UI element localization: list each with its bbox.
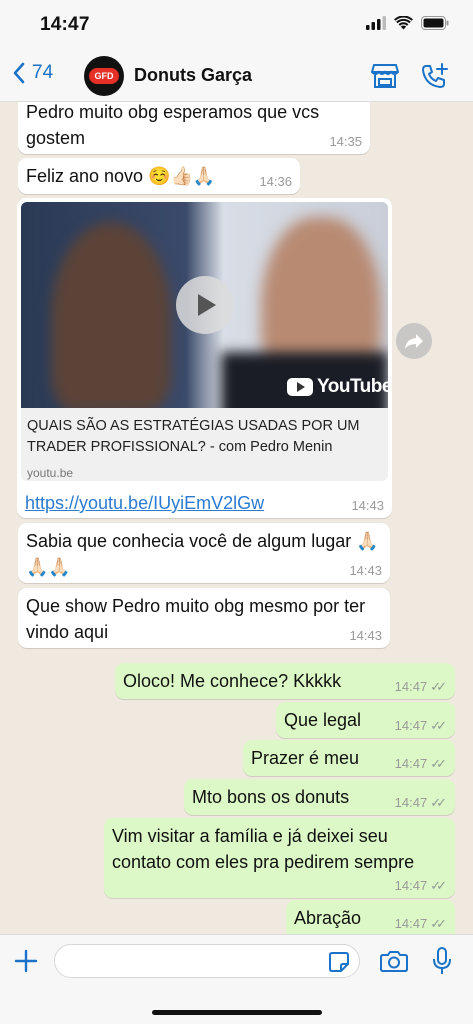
message-time: 14:47 ✓✓ [395,757,447,771]
sticker-icon[interactable] [328,951,350,973]
status-time: 14:47 [40,14,90,35]
status-bar: 14:47 [0,0,473,50]
chat-header: 74 GFD Donuts Garça [0,50,473,102]
message-text: Feliz ano novo ☺️👍🏻🙏🏻 [26,166,216,186]
link-preview-title: QUAIS SÃO AS ESTRATÉGIAS USADAS POR UM T… [27,418,360,455]
message-outgoing[interactable]: Oloco! Me conhece? Kkkkk 14:47 ✓✓ [115,663,455,699]
double-check-icon: ✓✓ [430,679,447,694]
message-time: 14:35 [329,134,362,149]
forward-icon [405,334,423,349]
message-text: Pedro muito obg esperamos que vcs gostem [26,102,320,148]
message-link[interactable]: https://youtu.be/IUyiEmV2lGw [25,490,264,516]
avatar-logo: GFD [89,68,119,84]
message-time: 14:47 ✓✓ [395,879,447,893]
chevron-left-icon [13,62,25,84]
camera-icon[interactable] [380,949,408,973]
battery-icon [421,16,449,30]
link-preview-card[interactable]: YouTube QUAIS SÃO AS ESTRATÉGIAS USADAS … [21,202,388,481]
message-time: 14:43 [349,628,382,643]
chat-area[interactable]: Pedro muito obg esperamos que vcs gostem… [0,102,473,934]
double-check-icon: ✓✓ [430,718,447,733]
message-time: 14:43 [351,498,384,513]
message-outgoing[interactable]: Prazer é meu 14:47 ✓✓ [243,740,455,776]
message-time: 14:36 [259,174,292,189]
double-check-icon: ✓✓ [430,878,447,893]
message-text: Vim visitar a família e já deixei seu co… [112,826,415,872]
back-count: 74 [32,62,54,83]
message-text: Que show Pedro muito obg mesmo por ter v… [26,596,366,642]
message-text: Sabia que conhecia você de algum lugar 🙏… [26,531,379,577]
message-time: 14:47 ✓✓ [395,719,447,733]
wifi-icon [394,16,413,30]
message-outgoing[interactable]: Vim visitar a família e já deixei seu co… [104,818,455,898]
message-time: 14:47 ✓✓ [395,680,447,694]
forward-button[interactable] [396,323,432,359]
play-icon[interactable] [176,276,234,334]
youtube-logo: YouTube [287,374,388,400]
message-link-preview[interactable]: YouTube QUAIS SÃO AS ESTRATÉGIAS USADAS … [17,198,392,518]
message-input[interactable] [54,944,360,978]
contact-name[interactable]: Donuts Garça [134,65,252,86]
plus-icon[interactable] [14,949,38,973]
message-incoming[interactable]: Pedro muito obg esperamos que vcs gostem… [18,102,370,154]
add-call-icon[interactable] [420,62,450,90]
store-icon[interactable] [370,62,400,90]
video-thumbnail[interactable]: YouTube [21,202,388,408]
signal-icon [366,16,386,30]
message-time: 14:43 [349,563,382,578]
double-check-icon: ✓✓ [430,756,447,771]
message-incoming[interactable]: Que show Pedro muito obg mesmo por ter v… [18,588,390,648]
message-incoming[interactable]: Sabia que conhecia você de algum lugar 🙏… [18,523,390,583]
message-text: Oloco! Me conhece? Kkkkk [123,671,342,691]
message-text: Mto bons os donuts [192,787,350,807]
home-indicator[interactable] [152,1010,322,1015]
message-outgoing[interactable]: Mto bons os donuts 14:47 ✓✓ [184,779,455,815]
status-icons [366,16,449,30]
youtube-play-icon [287,378,313,396]
message-text: Prazer é meu [251,748,360,768]
microphone-icon[interactable] [432,947,452,975]
message-text: Que legal [284,710,362,730]
back-button[interactable]: 74 [12,62,53,84]
message-outgoing[interactable]: Abração 14:47 ✓✓ [286,900,455,934]
link-preview-domain: youtu.be [27,466,74,480]
avatar[interactable]: GFD [84,56,124,96]
double-check-icon: ✓✓ [430,795,447,810]
message-time: 14:47 ✓✓ [395,917,447,931]
message-incoming[interactable]: Feliz ano novo ☺️👍🏻🙏🏻 14:36 [18,158,300,194]
double-check-icon: ✓✓ [430,916,447,931]
message-outgoing[interactable]: Que legal 14:47 ✓✓ [276,702,455,738]
message-time: 14:47 ✓✓ [395,796,447,810]
message-text: Abração [294,908,362,928]
